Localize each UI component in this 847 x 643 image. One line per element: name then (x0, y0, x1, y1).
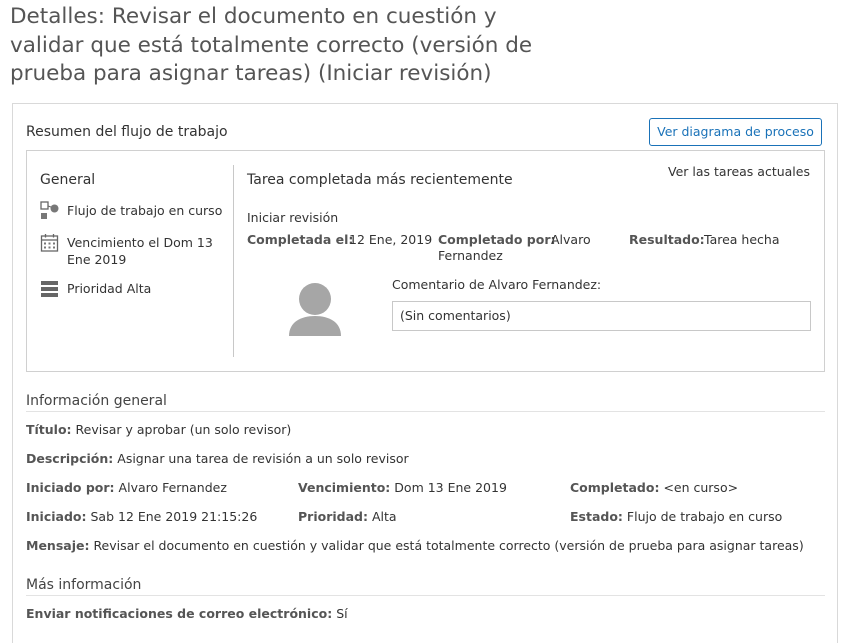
status-label: Estado: (570, 509, 623, 524)
completed-by-value: Alvaro Fernandez (438, 232, 591, 263)
workflow-summary-title: Resumen del flujo de trabajo (26, 124, 228, 140)
title-label: Título: (26, 422, 72, 437)
result-label: Resultado: (629, 232, 705, 247)
view-current-tasks-link[interactable]: Ver las tareas actuales (668, 164, 810, 179)
started-label: Iniciado: (26, 509, 87, 524)
recent-task-heading: Tarea completada más recientemente (247, 172, 513, 188)
priority-item: Prioridad Alta (40, 279, 225, 299)
comment-box: (Sin comentarios) (392, 301, 811, 331)
title-row: Título: Revisar y aprobar (un solo revis… (26, 422, 291, 437)
priority-value: Alta (371, 509, 397, 524)
completed-on-value: 12 Ene, 2019 (349, 232, 433, 247)
comment-label: Comentario de Alvaro Fernandez: (392, 277, 602, 292)
priority-icon (40, 279, 60, 299)
more-info-divider (26, 595, 825, 596)
priority-label: Prioridad: (298, 509, 368, 524)
notifications-value: Sí (336, 606, 348, 621)
calendar-icon (40, 233, 60, 253)
due-value: Dom 13 Ene 2019 (394, 480, 507, 495)
general-heading: General (40, 172, 96, 188)
description-row: Descripción: Asignar una tarea de revisi… (26, 451, 409, 466)
completed-on-label: Completada el: (247, 232, 354, 247)
general-info-divider (26, 411, 825, 412)
completed-value: <en curso> (663, 480, 739, 495)
result-value: Tarea hecha (704, 232, 780, 247)
message-row: Mensaje: Revisar el documento en cuestió… (26, 538, 804, 553)
workflow-status-item: Flujo de trabajo en curso (40, 201, 225, 221)
message-value: Revisar el documento en cuestión y valid… (93, 538, 804, 553)
due-label: Vencimiento: (298, 480, 391, 495)
page-title: Detalles: Revisar el documento en cuesti… (10, 4, 533, 86)
summary-divider (233, 165, 234, 357)
started-row: Iniciado: Sab 12 Ene 2019 21:15:26 (26, 509, 257, 524)
title-value: Revisar y aprobar (un solo revisor) (75, 422, 292, 437)
status-row: Estado: Flujo de trabajo en curso (570, 509, 782, 524)
user-avatar-icon (287, 282, 343, 336)
description-label: Descripción: (26, 451, 114, 466)
due-row: Vencimiento: Dom 13 Ene 2019 (298, 480, 507, 495)
workflow-summary-box: General Flujo de trabajo en curso Vencim… (26, 150, 825, 372)
priority-row: Prioridad: Alta (298, 509, 397, 524)
completed-label: Completado: (570, 480, 660, 495)
workflow-status-text: Flujo de trabajo en curso (67, 203, 223, 218)
general-info-heading: Información general (26, 393, 167, 409)
started-by-label: Iniciado por: (26, 480, 115, 495)
started-by-value: Alvaro Fernandez (118, 480, 227, 495)
started-value: Sab 12 Ene 2019 21:15:26 (90, 509, 258, 524)
notifications-row: Enviar notificaciones de correo electrón… (26, 606, 348, 621)
priority-text: Prioridad Alta (67, 281, 152, 296)
more-info-heading: Más información (26, 577, 142, 593)
description-value: Asignar una tarea de revisión a un solo … (117, 451, 409, 466)
task-name: Iniciar revisión (247, 210, 339, 225)
due-date-text: Vencimiento el Dom 13 Ene 2019 (67, 235, 213, 267)
started-by-row: Iniciado por: Alvaro Fernandez (26, 480, 227, 495)
workflow-panel: Resumen del flujo de trabajo Ver diagram… (12, 103, 838, 643)
status-value: Flujo de trabajo en curso (626, 509, 783, 524)
due-date-item: Vencimiento el Dom 13 Ene 2019 (40, 233, 225, 269)
message-label: Mensaje: (26, 538, 90, 553)
completed-row: Completado: <en curso> (570, 480, 738, 495)
workflow-icon (40, 201, 60, 221)
view-process-diagram-button[interactable]: Ver diagrama de proceso (649, 118, 822, 146)
notifications-label: Enviar notificaciones de correo electrón… (26, 606, 333, 621)
